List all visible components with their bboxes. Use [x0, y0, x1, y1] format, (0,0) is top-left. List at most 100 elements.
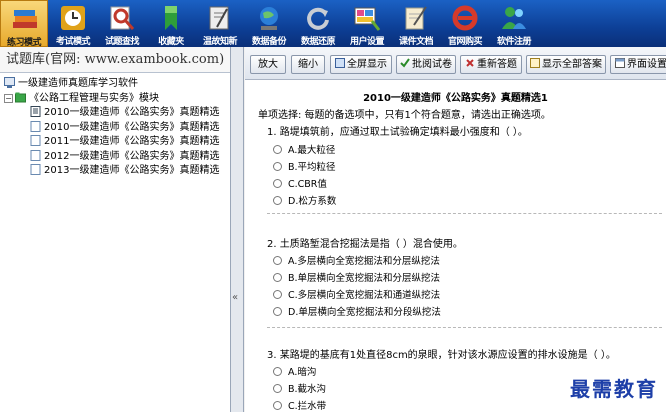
document-pen-icon: [405, 6, 427, 30]
question-divider: [267, 327, 662, 328]
answer-option[interactable]: C.多层横向全宽挖掘法和通道纵挖法: [273, 287, 440, 301]
toolbar-favorites-button[interactable]: 收藏夹: [147, 0, 195, 47]
radio-button[interactable]: [273, 401, 282, 410]
toolbar-search-button[interactable]: 试题查找: [98, 0, 146, 47]
question-text: 2. 土质路堑混合挖掘法是指（ ）混合使用。: [267, 239, 463, 250]
radio-button[interactable]: [273, 196, 282, 205]
redo-icon: [466, 59, 474, 67]
toolbar-label: 考试模式: [55, 37, 91, 47]
notebook-icon: [209, 6, 229, 30]
radio-button[interactable]: [273, 256, 282, 265]
toolbar-courseware-button[interactable]: 课件文档: [392, 0, 440, 47]
redo-button[interactable]: 重新答题: [460, 55, 522, 74]
question-bank-tree: 一级建造师真题库学习软件 − 《公路工程管理与实务》模块 2010一级建造师《公路…: [0, 73, 230, 179]
ie-icon: [452, 5, 478, 31]
panel-splitter[interactable]: «: [231, 47, 244, 412]
option-label: A.最大粒径: [288, 145, 336, 156]
toolbar-review-button[interactable]: 温故知新: [196, 0, 244, 47]
toolbar-restore-button[interactable]: 数据还原: [294, 0, 342, 47]
document-icon: [30, 120, 41, 132]
toolbar-label: 软件注册: [496, 37, 532, 47]
exam-action-bar: 放大 缩小 全屏显示 批阅试卷 重新答题 显示全部答案 界面设置: [245, 47, 666, 80]
tree-exam-label: 2010一级建造师《公路实务》真题精选: [44, 121, 220, 133]
zoom-out-button[interactable]: 缩小: [291, 55, 325, 74]
exam-panel: 放大 缩小 全屏显示 批阅试卷 重新答题 显示全部答案 界面设置 2010一级建…: [245, 47, 666, 412]
answer-option[interactable]: C.拦水带: [273, 398, 326, 412]
document-icon: [30, 106, 41, 117]
collapse-toggle-icon[interactable]: −: [4, 93, 13, 103]
question-bank-panel: 试题库(官网: www.exambook.com) 一级建造师真题库学习软件 −…: [0, 47, 231, 412]
answer-option[interactable]: C.CBR值: [273, 176, 327, 190]
refresh-icon: [307, 7, 329, 30]
radio-button[interactable]: [273, 290, 282, 299]
exam-content: 2010一级建造师《公路实务》真题精选1 单项选择: 每题的备选项中，只有1个符…: [245, 81, 666, 412]
question-bank-header: 试题库(官网: www.exambook.com): [0, 47, 230, 73]
answer-option[interactable]: A.最大粒径: [273, 142, 335, 156]
option-label: B.平均粒径: [288, 162, 336, 173]
ui-settings-button[interactable]: 界面设置: [610, 55, 666, 74]
show-all-answers-button[interactable]: 显示全部答案: [526, 55, 606, 74]
tree-exam-item[interactable]: 2011一级建造师《公路实务》真题精选: [4, 135, 230, 150]
tree-exam-item[interactable]: 2010一级建造师《公路实务》真题精选: [4, 120, 230, 136]
radio-button[interactable]: [273, 367, 282, 376]
option-label: C.CBR值: [288, 179, 327, 190]
option-label: C.拦水带: [288, 401, 327, 412]
answer-option[interactable]: B.截水沟: [273, 381, 326, 395]
option-label: B.截水沟: [288, 384, 327, 395]
toolbar-user-settings-button[interactable]: 用户设置: [343, 0, 391, 47]
computer-icon: [4, 77, 15, 88]
magnifier-icon: [110, 6, 135, 30]
tree-exam-label: 2010一级建造师《公路实务》真题精选: [44, 107, 220, 118]
toolbar-label: 数据备份: [251, 37, 287, 47]
fullscreen-button[interactable]: 全屏显示: [330, 55, 392, 74]
fullscreen-label: 全屏显示: [347, 59, 387, 70]
answer-option[interactable]: D.单层横向全宽挖掘法和分段纵挖法: [273, 304, 441, 318]
zoom-in-button[interactable]: 放大: [250, 55, 286, 74]
toolbar-buy-online-button[interactable]: 官网购买: [441, 0, 489, 47]
toolbar-practice-mode-button[interactable]: 练习模式: [0, 0, 48, 48]
radio-button[interactable]: [273, 179, 282, 188]
option-label: D.单层横向全宽挖掘法和分段纵挖法: [288, 307, 441, 318]
toolbar-exam-mode-button[interactable]: 考试模式: [49, 0, 97, 47]
tree-exam-label: 2011一级建造师《公路实务》真题精选: [44, 136, 220, 147]
ui-settings-label: 界面设置: [627, 59, 666, 70]
toolbar-label: 数据还原: [300, 37, 336, 47]
question-text: 1. 路堤填筑前，应通过取土试验确定填料最小强度和（ ）。: [267, 127, 528, 138]
tree-module-item[interactable]: − 《公路工程管理与实务》模块: [4, 92, 230, 107]
tree-exam-item[interactable]: 2013一级建造师《公路实务》真题精选: [4, 164, 230, 179]
toolbar-register-button[interactable]: 软件注册: [490, 0, 538, 47]
fullscreen-icon: [335, 58, 345, 68]
tree-root-item[interactable]: 一级建造师真题库学习软件: [4, 77, 230, 92]
answer-option[interactable]: A.暗沟: [273, 364, 316, 378]
radio-button[interactable]: [273, 307, 282, 316]
toolbar-label: 官网购买: [447, 37, 483, 47]
batch-grade-label: 批阅试卷: [412, 59, 452, 70]
watermark-logo: 最需教育: [570, 377, 658, 401]
radio-button[interactable]: [273, 162, 282, 171]
answer-option[interactable]: B.单层横向全宽挖掘法和分层纵挖法: [273, 270, 440, 284]
answers-icon: [530, 58, 540, 68]
tree-module-label: 《公路工程管理与实务》模块: [29, 92, 159, 104]
radio-button[interactable]: [273, 384, 282, 393]
tree-exam-item[interactable]: 2010一级建造师《公路实务》真题精选: [4, 106, 230, 121]
answer-option[interactable]: A.多层横向全宽挖掘法和分层纵挖法: [273, 253, 440, 267]
batch-grade-button[interactable]: 批阅试卷: [396, 55, 456, 74]
answer-option[interactable]: D.松方系数: [273, 193, 336, 207]
toolbar-label: 课件文档: [398, 37, 434, 47]
radio-button[interactable]: [273, 145, 282, 154]
users-icon: [502, 7, 526, 29]
tree-root-label: 一级建造师真题库学习软件: [18, 78, 138, 89]
tree-exam-label: 2012一级建造师《公路实务》真题精选: [44, 150, 220, 162]
grade-icon: [400, 58, 410, 68]
question-divider: [267, 213, 662, 214]
window-settings-icon: [615, 58, 625, 68]
radio-button[interactable]: [273, 273, 282, 282]
tree-exam-label: 2013一级建造师《公路实务》真题精选: [44, 165, 220, 176]
answer-option[interactable]: B.平均粒径: [273, 159, 336, 173]
collapse-left-icon[interactable]: «: [232, 292, 238, 303]
globe-icon: [260, 7, 278, 30]
toolbar-backup-button[interactable]: 数据备份: [245, 0, 293, 47]
toolbar-label: 试题查找: [104, 37, 140, 47]
instructions-text: 单项选择: 每题的备选项中，只有1个符合题意，请选出正确选项。: [258, 110, 551, 121]
tree-exam-item[interactable]: 2012一级建造师《公路实务》真题精选: [4, 149, 230, 165]
